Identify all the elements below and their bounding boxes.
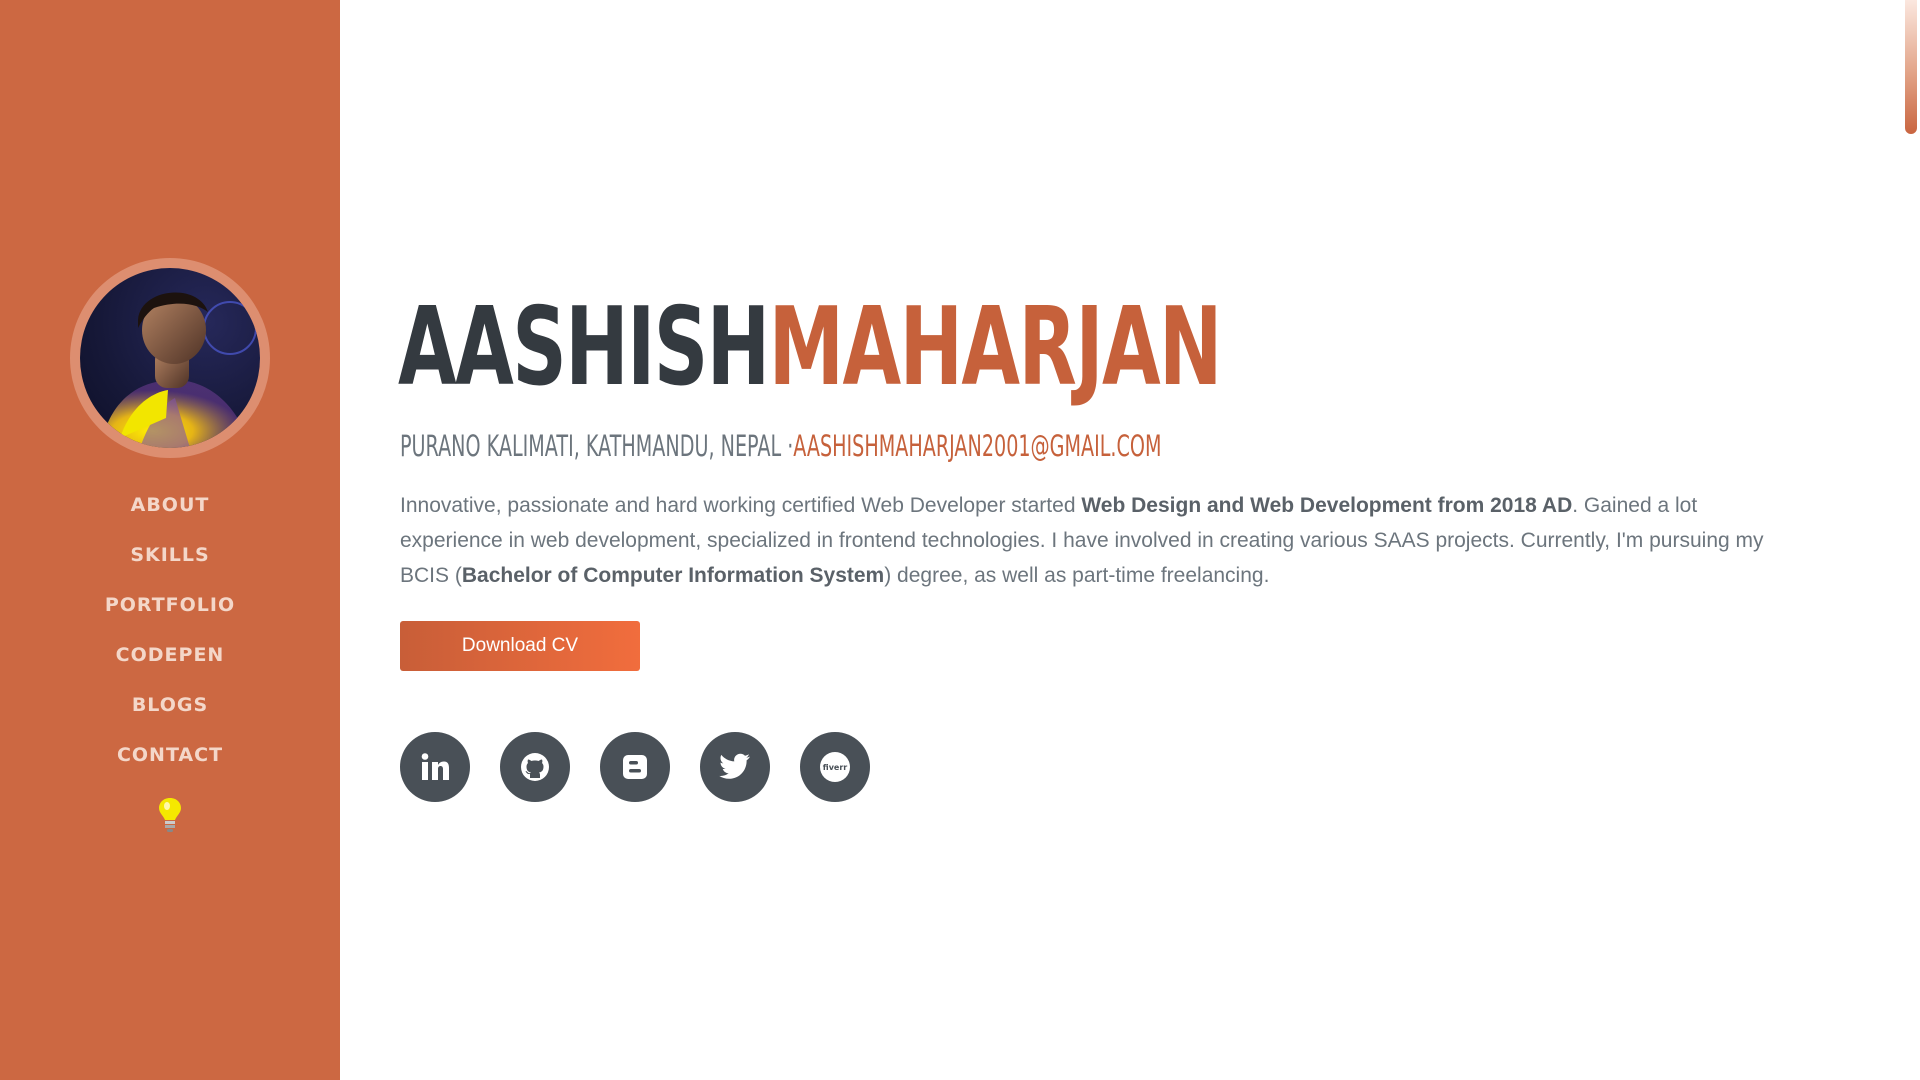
fiverr-button[interactable]: fiverr: [800, 732, 870, 802]
bio-text: ) degree, as well as part-time freelanci…: [884, 564, 1270, 587]
address: PURANO KALIMATI, KATHMANDU, NEPAL ·: [400, 429, 794, 463]
avatar: [80, 268, 260, 448]
nav-item-blogs[interactable]: BLOGS: [0, 685, 340, 735]
bio-highlight: Web Design and Web Development from 2018…: [1081, 494, 1573, 517]
fiverr-icon: fiverr: [820, 752, 850, 782]
bio-paragraph: Innovative, passionate and hard working …: [400, 488, 1780, 593]
page-title: AASHISHMAHARJAN: [398, 283, 1223, 413]
nav-item-skills[interactable]: SKILLS: [0, 535, 340, 585]
nav-item-contact[interactable]: CONTACT: [0, 735, 340, 785]
email-link[interactable]: AASHISHMAHARJAN2001@GMAIL.COM: [793, 429, 1161, 463]
linkedin-icon: [421, 753, 449, 780]
github-icon: [521, 753, 549, 781]
twitter-icon: [719, 753, 750, 779]
download-cv-button[interactable]: Download CV: [400, 621, 640, 671]
profile-photo: [70, 258, 270, 458]
blogger-icon: [623, 755, 647, 779]
profile-photo-illustration: [100, 292, 257, 448]
scrollbar-thumb[interactable]: [1905, 0, 1917, 134]
side-navigation: ABOUT SKILLS PORTFOLIO CODEPEN BLOGS CON…: [0, 485, 340, 785]
bio-highlight: Bachelor of Computer Information System: [461, 564, 885, 587]
scrollbar[interactable]: [1902, 0, 1920, 1080]
nav-item-about[interactable]: ABOUT: [0, 485, 340, 535]
twitter-button[interactable]: [700, 732, 770, 802]
lightbulb-icon[interactable]: [155, 795, 185, 835]
bio-text: Innovative, passionate and hard working …: [400, 494, 1082, 517]
blogger-button[interactable]: [600, 732, 670, 802]
contact-line: PURANO KALIMATI, KATHMANDU, NEPAL ·AASHI…: [400, 428, 1161, 464]
linkedin-button[interactable]: [400, 732, 470, 802]
nav-item-portfolio[interactable]: PORTFOLIO: [0, 585, 340, 635]
last-name: MAHARJAN: [768, 285, 1223, 410]
fiverr-text: fiverr: [823, 763, 848, 772]
nav-item-codepen[interactable]: CODEPEN: [0, 635, 340, 685]
github-button[interactable]: [500, 732, 570, 802]
sidebar: ABOUT SKILLS PORTFOLIO CODEPEN BLOGS CON…: [0, 0, 340, 1080]
social-links: fiverr: [400, 732, 870, 802]
first-name: AASHISH: [398, 285, 770, 410]
